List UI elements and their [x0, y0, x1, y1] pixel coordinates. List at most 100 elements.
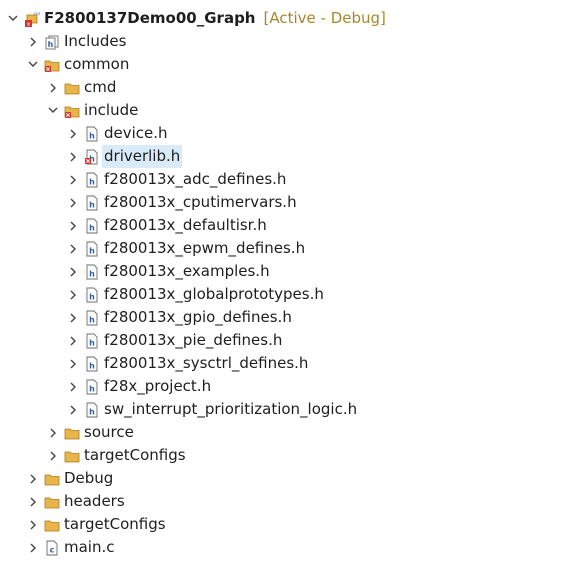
chevron-right-icon[interactable]: [46, 444, 60, 467]
file-label: f280013x_pie_defines.h: [104, 331, 283, 349]
tree-row-file[interactable]: h f280013x_epwm_defines.h: [0, 237, 571, 260]
svg-text:h: h: [89, 338, 95, 347]
chevron-right-icon[interactable]: [46, 421, 60, 444]
ccs-project-icon: x ccs: [24, 11, 40, 27]
header-file-icon: h: [84, 356, 100, 372]
file-label-box: f280013x_defaultisr.h: [104, 214, 267, 237]
tree-row-file[interactable]: h f280013x_defaultisr.h: [0, 214, 571, 237]
tree-row-file[interactable]: h f280013x_gpio_defines.h: [0, 306, 571, 329]
svg-text:h: h: [89, 361, 95, 370]
file-label: f280013x_sysctrl_defines.h: [104, 354, 309, 372]
header-file-icon: h: [84, 172, 100, 188]
chevron-down-icon[interactable]: [26, 53, 40, 76]
tree-row-debug[interactable]: Debug: [0, 467, 571, 490]
header-file-icon: h: [84, 218, 100, 234]
c-file-icon: c: [44, 540, 60, 556]
tree-row-file[interactable]: h device.h: [0, 122, 571, 145]
includes-icon: h: [44, 34, 60, 50]
tree-row-file[interactable]: h f280013x_cputimervars.h: [0, 191, 571, 214]
header-file-icon: h: [84, 379, 100, 395]
header-file-icon: h: [84, 287, 100, 303]
folder-icon: [64, 80, 80, 96]
file-label-box: sw_interrupt_prioritization_logic.h: [104, 398, 357, 421]
tree-row-includes[interactable]: h Includes: [0, 30, 571, 53]
chevron-right-icon[interactable]: [66, 375, 80, 398]
tree-row-file[interactable]: h f280013x_globalprototypes.h: [0, 283, 571, 306]
folder-icon: [64, 425, 80, 441]
chevron-right-icon[interactable]: [66, 191, 80, 214]
file-label: f28x_project.h: [104, 377, 212, 395]
folder-error-icon: [44, 57, 60, 73]
cmd-label: cmd: [84, 78, 117, 96]
svg-text:x: x: [27, 21, 31, 27]
tree-row-targetconfigs[interactable]: targetConfigs: [0, 513, 571, 536]
tree-row-file[interactable]: h f280013x_examples.h: [0, 260, 571, 283]
svg-text:h: h: [89, 200, 95, 209]
tree-row-file[interactable]: h f28x_project.h: [0, 375, 571, 398]
file-label: f280013x_globalprototypes.h: [104, 285, 324, 303]
tree-row-headers[interactable]: headers: [0, 490, 571, 513]
tree-row-project[interactable]: x ccs F2800137Demo00_Graph [Active - Deb…: [0, 7, 571, 30]
file-label-box: driverlib.h: [102, 145, 183, 168]
includes-label: Includes: [64, 32, 127, 50]
tree-row-targetconfigs-inner[interactable]: targetConfigs: [0, 444, 571, 467]
file-label-box: f280013x_examples.h: [104, 260, 270, 283]
tree-row-source[interactable]: source: [0, 421, 571, 444]
tree-row-common[interactable]: common: [0, 53, 571, 76]
folder-icon: [44, 494, 60, 510]
clipped-top-row: [0, 0, 571, 6]
chevron-right-icon[interactable]: [26, 467, 40, 490]
chevron-right-icon[interactable]: [66, 214, 80, 237]
file-label-box: f280013x_pie_defines.h: [104, 329, 282, 352]
tree-row-cmd[interactable]: cmd: [0, 76, 571, 99]
chevron-right-icon[interactable]: [26, 536, 40, 559]
tree-row-include[interactable]: include: [0, 99, 571, 122]
header-file-icon: h: [84, 195, 100, 211]
svg-text:h: h: [48, 40, 54, 49]
include-label: include: [84, 101, 139, 119]
tree-row-file[interactable]: h f280013x_pie_defines.h: [0, 329, 571, 352]
chevron-right-icon[interactable]: [66, 306, 80, 329]
chevron-right-icon[interactable]: [66, 168, 80, 191]
svg-text:h: h: [89, 315, 95, 324]
chevron-right-icon[interactable]: [66, 352, 80, 375]
tree-row-main-c[interactable]: c main.c: [0, 536, 571, 559]
tree-row-file[interactable]: h f280013x_adc_defines.h: [0, 168, 571, 191]
source-label: source: [84, 423, 134, 441]
main-c-label: main.c: [64, 538, 115, 556]
header-file-icon: h: [84, 126, 100, 142]
tree-row-file[interactable]: h sw_interrupt_prioritization_logic.h: [0, 398, 571, 421]
chevron-right-icon[interactable]: [66, 145, 80, 168]
chevron-right-icon[interactable]: [26, 513, 40, 536]
svg-text:h: h: [89, 292, 95, 301]
svg-text:h: h: [89, 131, 95, 140]
header-file-icon: h: [84, 310, 100, 326]
file-label: f280013x_gpio_defines.h: [104, 308, 292, 326]
folder-icon: [44, 471, 60, 487]
tree-row-file[interactable]: h f280013x_sysctrl_defines.h: [0, 352, 571, 375]
chevron-right-icon[interactable]: [26, 30, 40, 53]
header-file-icon: h: [84, 402, 100, 418]
chevron-right-icon[interactable]: [66, 329, 80, 352]
chevron-right-icon[interactable]: [46, 76, 60, 99]
chevron-right-icon[interactable]: [66, 237, 80, 260]
svg-text:h: h: [89, 384, 95, 393]
chevron-right-icon[interactable]: [26, 490, 40, 513]
include-file-list: h device.h h driverlib.h h f280013x_adc_defin…: [0, 122, 571, 421]
folder-error-icon: [64, 103, 80, 119]
chevron-right-icon[interactable]: [66, 260, 80, 283]
chevron-right-icon[interactable]: [66, 398, 80, 421]
headers-label: headers: [64, 492, 125, 510]
file-label: sw_interrupt_prioritization_logic.h: [104, 400, 358, 418]
svg-text:c: c: [50, 545, 55, 554]
file-label: device.h: [104, 124, 168, 142]
chevron-right-icon[interactable]: [66, 283, 80, 306]
file-label-box: device.h: [104, 122, 168, 145]
svg-text:ccs: ccs: [34, 11, 40, 16]
tree-row-file[interactable]: h driverlib.h: [0, 145, 571, 168]
chevron-down-icon[interactable]: [6, 7, 20, 30]
chevron-down-icon[interactable]: [46, 99, 60, 122]
header-file-icon: h: [84, 333, 100, 349]
targetconfigs-label: targetConfigs: [64, 515, 166, 533]
chevron-right-icon[interactable]: [66, 122, 80, 145]
